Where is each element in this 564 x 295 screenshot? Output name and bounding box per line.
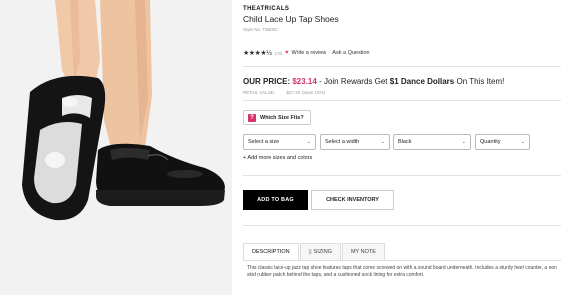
ruler-icon: ?: [248, 113, 256, 122]
tap-shoes-illustration: [0, 0, 232, 295]
size-fit-label: Which Size Fits?: [260, 114, 304, 121]
tab-underline: [243, 260, 561, 261]
divider: [243, 100, 561, 101]
size-select[interactable]: Select a size ⌄: [243, 134, 316, 150]
tab-sizing-label: SIZING: [313, 249, 332, 255]
retail-label: RETAIL VALUE:: [243, 90, 276, 95]
rating-stars[interactable]: ★★★★½: [243, 49, 272, 57]
size-select-value: Select a size: [248, 139, 280, 145]
price-row: OUR PRICE: $23.14 - Join Rewards Get $1 …: [243, 77, 504, 86]
price-label: OUR PRICE:: [243, 77, 291, 86]
chevron-down-icon: ⌄: [520, 139, 525, 145]
size-fit-button[interactable]: ? Which Size Fits?: [243, 110, 311, 125]
brand-name[interactable]: THEATRICALS: [243, 6, 289, 12]
retail-value-row: RETAIL VALUE: $27.20 (Save 15%): [243, 90, 325, 95]
retail-amount: $27.20 (Save 15%): [286, 90, 325, 95]
write-review-link[interactable]: Write a review: [292, 50, 327, 56]
heart-icon: ♥: [284, 50, 289, 56]
tab-my-note[interactable]: MY NOTE: [341, 243, 385, 260]
chevron-down-icon: ⌄: [461, 139, 466, 145]
check-inventory-button[interactable]: CHECK INVENTORY: [311, 190, 394, 210]
dance-dollars: $1 Dance Dollars: [389, 77, 455, 86]
product-image: [0, 0, 232, 295]
style-number: Style No. T9600C: [243, 27, 279, 32]
ruler-icon: ▯: [308, 249, 312, 255]
info-tabs: DESCRIPTION ▯ SIZING MY NOTE: [243, 243, 386, 260]
rewards-tail: On This Item!: [456, 77, 505, 86]
width-select[interactable]: Select a width ⌄: [320, 134, 390, 150]
ask-question-link[interactable]: Ask a Question: [332, 50, 369, 56]
color-select[interactable]: Black ⌄: [393, 134, 471, 150]
chevron-down-icon: ⌄: [380, 139, 385, 145]
product-info: THEATRICALS Child Lace Up Tap Shoes Styl…: [243, 0, 564, 295]
product-title: Child Lace Up Tap Shoes: [243, 14, 339, 24]
color-select-value: Black: [398, 139, 412, 145]
width-select-value: Select a width: [325, 139, 360, 145]
divider: [243, 175, 561, 176]
add-more-link[interactable]: + Add more sizes and colors: [243, 155, 312, 161]
product-description: This classic lace-up jazz tap shoe featu…: [247, 265, 557, 278]
rewards-text[interactable]: - Join Rewards Get: [319, 77, 387, 86]
quantity-select-value: Quantity: [480, 139, 501, 145]
chevron-down-icon: ⌄: [306, 139, 311, 145]
tab-description[interactable]: DESCRIPTION: [243, 243, 299, 260]
divider: [243, 66, 561, 67]
price-value: $23.14: [292, 77, 317, 86]
divider: [243, 225, 561, 226]
add-to-bag-button[interactable]: ADD TO BAG: [243, 190, 308, 210]
tab-sizing[interactable]: ▯ SIZING: [299, 243, 341, 260]
rating-row: ★★★★½ 170 ♥ Write a review Ask a Questio…: [243, 49, 370, 57]
rating-count[interactable]: 170: [274, 51, 282, 56]
quantity-select[interactable]: Quantity ⌄: [475, 134, 530, 150]
